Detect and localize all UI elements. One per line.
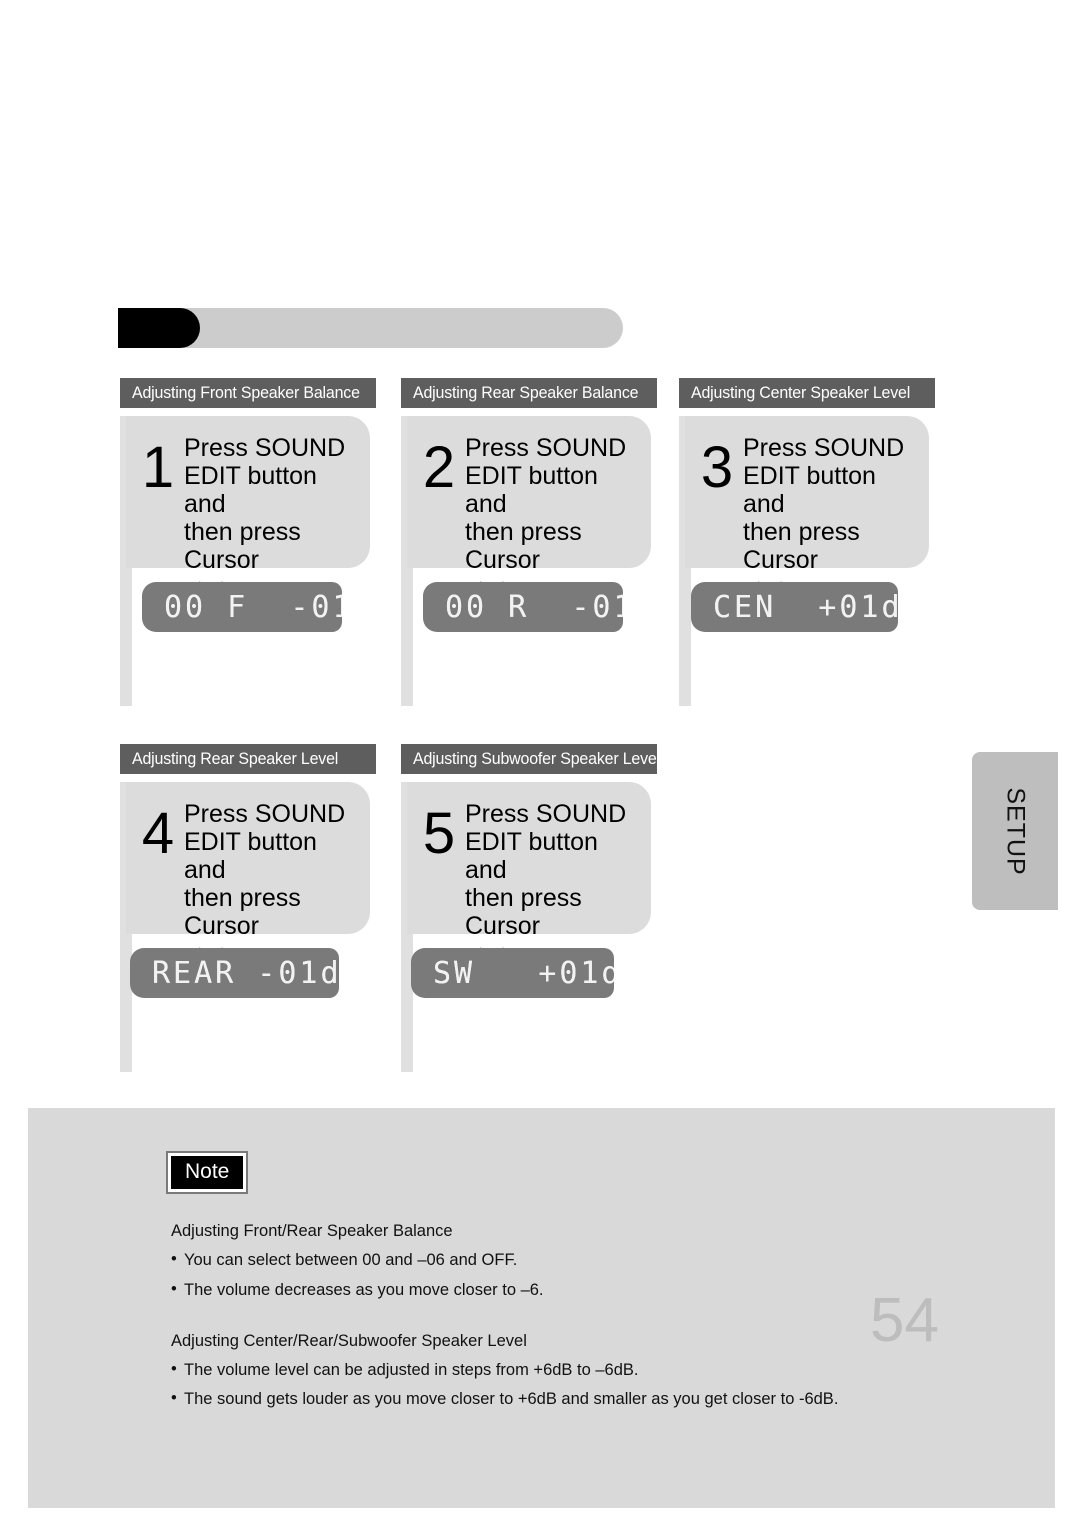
note-badge-label: Note xyxy=(185,1160,230,1183)
led-display-4: REAR -01dB xyxy=(130,948,339,998)
step-number-4: 4 xyxy=(141,801,175,866)
column-header-label: Adjusting Subwoofer Speaker Level xyxy=(413,749,660,768)
column-header-rear-balance: Adjusting Rear Speaker Balance xyxy=(401,378,657,408)
setup-side-tab: SETUP xyxy=(972,752,1058,910)
step-number-2: 2 xyxy=(422,435,456,500)
step-instruction-2: Press SOUND EDIT button and then press C… xyxy=(465,434,627,574)
column-header-label: Adjusting Center Speaker Level xyxy=(691,383,911,402)
step-instruction-5: Press SOUND EDIT button and then press C… xyxy=(465,800,627,940)
step-card-2: 2 Press SOUND EDIT button and then press… xyxy=(407,416,651,600)
procedure-column-rear-balance: Adjusting Rear Speaker Balance 2 Press S… xyxy=(401,378,657,708)
step-instruction-4: Press SOUND EDIT button and then press C… xyxy=(184,800,346,940)
setup-side-tab-label: SETUP xyxy=(1001,786,1030,876)
note-section1-bullet-1: You can select between 00 and –06 and OF… xyxy=(171,1248,1011,1271)
led-display-5: SW +01dB xyxy=(411,948,614,998)
led-display-1: 00 F -01 xyxy=(142,582,342,632)
procedure-column-center-level: Adjusting Center Speaker Level 3 Press S… xyxy=(679,378,935,708)
procedure-column-front-balance: Adjusting Front Speaker Balance 1 Press … xyxy=(120,378,376,708)
step-card-3: 3 Press SOUND EDIT button and then press… xyxy=(685,416,929,600)
note-badge: Note xyxy=(165,1151,249,1194)
column-header-center-level: Adjusting Center Speaker Level xyxy=(679,378,935,408)
column-header-subwoofer-level: Adjusting Subwoofer Speaker Level xyxy=(401,744,660,774)
page-number: 54 xyxy=(870,1286,939,1355)
step-number-3: 3 xyxy=(700,435,734,500)
note-section2-bullet-2: The sound gets louder as you move closer… xyxy=(171,1387,1011,1410)
column-header-label: Adjusting Front Speaker Balance xyxy=(132,383,360,402)
note-panel: Note Adjusting Front/Rear Speaker Balanc… xyxy=(28,1108,1055,1508)
led-display-text-5: SW +01dB xyxy=(433,956,614,991)
section-title-bar xyxy=(118,308,623,348)
step-card-5: 5 Press SOUND EDIT button and then press… xyxy=(407,782,651,966)
step-number-5: 5 xyxy=(422,801,456,866)
note-section1-heading: Adjusting Front/Rear Speaker Balance xyxy=(171,1222,453,1240)
procedure-column-rear-level: Adjusting Rear Speaker Level 4 Press SOU… xyxy=(120,744,376,1074)
led-display-3: CEN +01dB xyxy=(691,582,898,632)
procedure-column-subwoofer-level: Adjusting Subwoofer Speaker Level 5 Pres… xyxy=(401,744,660,1074)
note-section2-bullet-1: The volume level can be adjusted in step… xyxy=(171,1358,1011,1381)
led-display-text-1: 00 F -01 xyxy=(164,590,342,625)
step-card-4: 4 Press SOUND EDIT button and then press… xyxy=(126,782,370,966)
led-display-text-3: CEN +01dB xyxy=(713,590,898,625)
column-header-label: Adjusting Rear Speaker Balance xyxy=(413,383,639,402)
led-display-text-4: REAR -01dB xyxy=(152,956,339,991)
step-number-1: 1 xyxy=(141,435,175,500)
column-header-rear-level: Adjusting Rear Speaker Level xyxy=(120,744,376,774)
column-header-label: Adjusting Rear Speaker Level xyxy=(132,749,339,768)
section-title-bar-accent xyxy=(118,308,200,348)
led-display-2: 00 R -01 xyxy=(423,582,623,632)
step-instruction-3: Press SOUND EDIT button and then press C… xyxy=(743,434,905,574)
led-display-text-2: 00 R -01 xyxy=(445,590,623,625)
column-header-front-balance: Adjusting Front Speaker Balance xyxy=(120,378,376,408)
step-instruction-1: Press SOUND EDIT button and then press C… xyxy=(184,434,346,574)
step-card-1: 1 Press SOUND EDIT button and then press… xyxy=(126,416,370,600)
